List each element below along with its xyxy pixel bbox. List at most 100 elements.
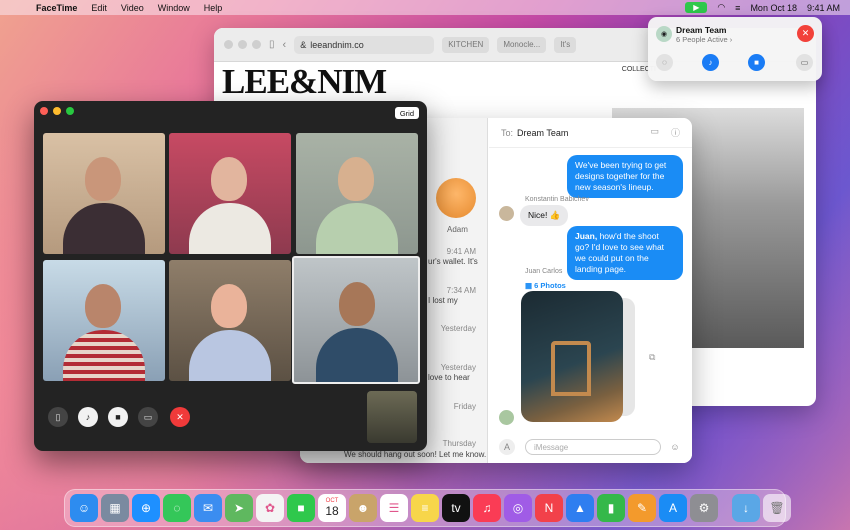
address-bar[interactable]: & leeandnim.co [294, 35, 435, 54]
to-label: To: [501, 127, 514, 138]
message-bubble-outgoing[interactable]: We've been trying to get designs togethe… [567, 155, 683, 198]
music-icon[interactable]: ♫ [473, 494, 501, 522]
screen-share-icon[interactable]: ▭ [138, 407, 158, 427]
tab-monocle[interactable]: Monocle... [497, 36, 547, 53]
save-photo-icon[interactable]: ⧉ [649, 352, 655, 363]
juan-avatar[interactable] [499, 410, 514, 425]
messages-icon[interactable]: ◌ [163, 494, 191, 522]
message-icon[interactable]: ◌ [656, 54, 673, 71]
participant-tile[interactable] [43, 133, 165, 254]
minimize-dot-icon[interactable] [238, 40, 247, 49]
pinned-contact-name: Adam [447, 225, 468, 234]
shareplay-people-active[interactable]: 6 People Active › [676, 35, 732, 44]
close-dot-icon[interactable] [224, 40, 233, 49]
photos-grid-icon: ▦ [525, 281, 535, 290]
imessage-input[interactable]: iMessage [525, 439, 661, 455]
app-drawer-icon[interactable]: A [499, 439, 515, 455]
sender-name: Konstantin Babichev [525, 196, 589, 203]
mail-icon[interactable]: ✉ [194, 494, 222, 522]
participant-face [211, 157, 247, 201]
keynote-icon[interactable]: ▲ [566, 494, 594, 522]
list-item-time: 7:34 AM [446, 286, 476, 295]
emoji-icon[interactable]: ☺ [667, 439, 683, 455]
info-icon[interactable]: ⓘ [671, 126, 680, 139]
zoom-dot-icon[interactable] [252, 40, 261, 49]
control-center-icon[interactable]: ≡ [735, 3, 740, 13]
participant-tile[interactable] [296, 133, 418, 254]
konstantin-avatar[interactable] [499, 206, 514, 221]
photos-count-label[interactable]: ▦ 6 Photos [525, 281, 566, 290]
calendar-icon[interactable]: OCT 18 [318, 494, 346, 522]
participant-tile[interactable] [169, 260, 291, 381]
tab-its[interactable]: It's [554, 36, 577, 53]
participant-tile-active-speaker[interactable] [292, 256, 420, 384]
pages-icon[interactable]: ✎ [628, 494, 656, 522]
photo-attachment[interactable] [521, 291, 623, 422]
contacts-icon[interactable]: ☻ [349, 494, 377, 522]
participant-tile[interactable] [43, 260, 165, 381]
leave-call-icon[interactable]: ✕ [797, 25, 814, 42]
facetime-icon[interactable]: ■ [287, 494, 315, 522]
participant-face [85, 284, 121, 328]
tab-kitchen[interactable]: KITCHEN [442, 36, 490, 53]
back-icon[interactable]: ‹ [283, 39, 287, 51]
zoom-dot-icon[interactable] [66, 107, 74, 115]
finder-icon[interactable]: ☺ [70, 494, 98, 522]
notes-icon[interactable]: ≡ [411, 494, 439, 522]
safari-icon[interactable]: ⊕ [132, 494, 160, 522]
video-call-icon[interactable]: ▭ [650, 126, 659, 139]
menu-edit[interactable]: Edit [91, 3, 107, 13]
list-item-snippet[interactable]: love to hear [428, 373, 470, 382]
message-bubble-incoming[interactable]: Nice! 👍 [520, 205, 569, 226]
news-icon[interactable]: N [535, 494, 563, 522]
reminders-icon[interactable]: ☰ [380, 494, 408, 522]
system-preferences-icon[interactable]: ⚙ [690, 494, 718, 522]
sidebar-toggle-icon[interactable]: ▯ [48, 407, 68, 427]
list-item-time: Yesterday [440, 324, 476, 333]
downloads-folder-icon[interactable]: ↓ [732, 494, 760, 522]
minimize-dot-icon[interactable] [53, 107, 61, 115]
microphone-icon[interactable]: ♪ [78, 407, 98, 427]
numbers-icon[interactable]: ▮ [597, 494, 625, 522]
close-dot-icon[interactable] [40, 107, 48, 115]
participant-face [339, 282, 375, 326]
participant-body [316, 328, 398, 382]
menu-date[interactable]: Mon Oct 18 [750, 3, 797, 13]
sender-name: Juan Carlos [525, 268, 563, 275]
menu-bar: FaceTime Edit Video Window Help ▶ ◠ ≡ Mo… [0, 0, 850, 15]
list-item-snippet[interactable]: We should hang out soon! Let me know. [344, 450, 486, 459]
sidebar-icon[interactable]: ▯ [269, 39, 275, 50]
app-store-icon[interactable]: A [659, 494, 687, 522]
list-item-snippet[interactable]: I lost my [428, 296, 458, 305]
photos-icon[interactable]: ✿ [256, 494, 284, 522]
message-bubble-outgoing[interactable]: Juan, how'd the shoot go? I'd love to se… [567, 226, 683, 280]
wifi-icon[interactable]: ◠ [717, 2, 725, 13]
adam-memoji-avatar[interactable] [436, 178, 476, 218]
participant-body [316, 203, 398, 254]
camera-icon[interactable]: ■ [108, 407, 128, 427]
menu-app-name[interactable]: FaceTime [36, 3, 77, 13]
launchpad-icon[interactable]: ▦ [101, 494, 129, 522]
end-call-icon[interactable]: ✕ [170, 407, 190, 427]
video-icon[interactable]: ■ [748, 54, 765, 71]
self-view-tile[interactable] [367, 391, 417, 443]
menu-time[interactable]: 9:41 AM [807, 3, 840, 13]
trash-icon[interactable]: 🗑 [763, 494, 791, 522]
maps-icon[interactable]: ➤ [225, 494, 253, 522]
facetime-status-icon[interactable]: ▶ [685, 2, 708, 13]
menu-help[interactable]: Help [204, 3, 223, 13]
list-item-snippet[interactable]: ur's wallet. It's [428, 257, 478, 266]
menu-video[interactable]: Video [121, 3, 144, 13]
participant-tile[interactable] [169, 133, 291, 254]
menu-window[interactable]: Window [158, 3, 190, 13]
list-item-time: 9:41 AM [446, 247, 476, 256]
screen-share-icon[interactable]: ▭ [796, 54, 813, 71]
microphone-icon[interactable]: ♪ [702, 54, 719, 71]
dock: ☺ ▦ ⊕ ◌ ✉ ➤ ✿ ■ OCT 18 ☻ ☰ ≡ tv ♫ ◎ N ▲ ▮ ✎ A ⚙ ↓ 🗑 [64, 489, 791, 527]
podcasts-icon[interactable]: ◎ [504, 494, 532, 522]
grid-button[interactable]: Grid [394, 107, 419, 119]
tv-icon[interactable]: tv [442, 494, 470, 522]
participant-face [211, 284, 247, 328]
site-logo[interactable]: LEE&NIM [222, 62, 387, 102]
recipient-name[interactable]: Dream Team [517, 128, 568, 138]
